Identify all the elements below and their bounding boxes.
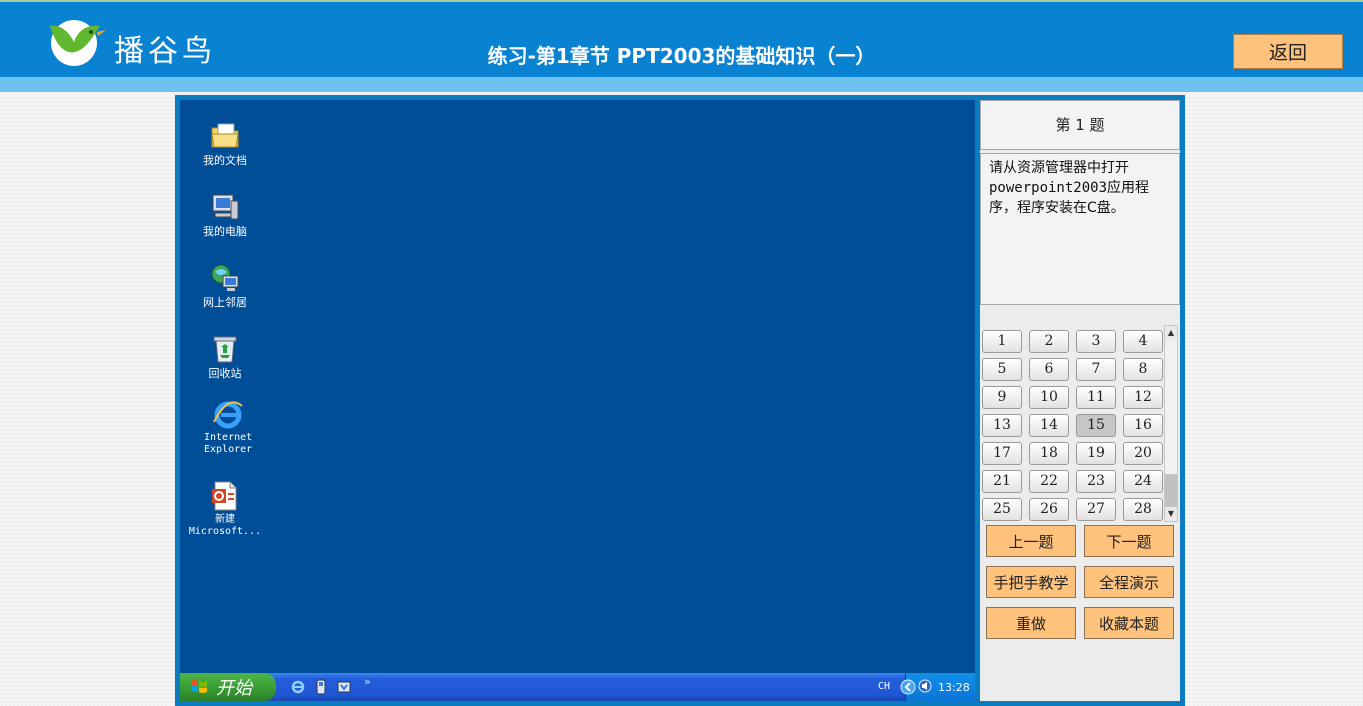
next-question-button[interactable]: 下一题 <box>1084 525 1174 557</box>
windows-flag-icon <box>191 680 207 693</box>
question-number-button[interactable]: 6 <box>1029 358 1069 381</box>
question-number-grid: 1 2 3 4 5 6 7 8 9 10 11 12 13 14 15 16 17 18 19 20 21 22 23 24 2… <box>980 325 1165 522</box>
question-number-button[interactable]: 20 <box>1123 442 1163 465</box>
quicklaunch-desktop-icon[interactable] <box>336 679 352 695</box>
question-number-button[interactable]: 22 <box>1029 470 1069 493</box>
my-documents-icon <box>211 123 239 148</box>
desktop-icon-ppt-file[interactable]: 新建 Microsoft... <box>180 480 270 538</box>
desktop-icon-my-computer[interactable]: 我的电脑 <box>180 191 270 238</box>
question-number-button[interactable]: 5 <box>982 358 1022 381</box>
desktop-icon-recycle-bin[interactable]: 回收站 <box>180 333 270 380</box>
number-grid-scrollbar[interactable]: ▲ ▼ <box>1164 325 1178 522</box>
tutorial-button[interactable]: 手把手教学 <box>986 566 1076 598</box>
question-number-button[interactable]: 2 <box>1029 330 1069 353</box>
start-button[interactable]: 开始 <box>180 673 276 701</box>
system-tray: 13:28 <box>900 673 975 701</box>
top-header: 播谷鸟 练习-第1章节 PPT2003的基础知识（一） 返回 <box>0 0 1363 77</box>
question-number-button[interactable]: 26 <box>1029 498 1069 521</box>
question-number-button[interactable]: 4 <box>1123 330 1163 353</box>
start-button-label: 开始 <box>216 678 252 699</box>
desktop-icon-label: 回收站 <box>208 367 242 380</box>
scroll-down-arrow-icon[interactable]: ▼ <box>1165 507 1177 521</box>
internet-explorer-icon <box>213 401 243 429</box>
question-number-button[interactable]: 27 <box>1076 498 1116 521</box>
question-number-button[interactable]: 24 <box>1123 470 1163 493</box>
exercise-frame: 我的文档 我的电脑 网上邻居 回收站 Internet Explorer 新建 … <box>175 95 1185 706</box>
question-number-button[interactable]: 9 <box>982 386 1022 409</box>
prev-question-button[interactable]: 上一题 <box>986 525 1076 557</box>
tray-volume-icon[interactable] <box>918 679 932 693</box>
question-number-button[interactable]: 19 <box>1076 442 1116 465</box>
question-number-button[interactable]: 14 <box>1029 414 1069 437</box>
scroll-thumb[interactable] <box>1165 474 1177 508</box>
favorite-button[interactable]: 收藏本题 <box>1084 607 1174 639</box>
tray-expand-icon[interactable] <box>900 679 916 695</box>
question-number-header: 第 1 题 <box>980 100 1180 150</box>
language-indicator[interactable]: CH <box>878 681 890 692</box>
question-number-button[interactable]: 3 <box>1076 330 1116 353</box>
quicklaunch-ie-icon[interactable] <box>290 679 306 695</box>
quicklaunch-more[interactable]: » <box>364 675 371 688</box>
question-panel: 第 1 题 请从资源管理器中打开powerpoint2003应用程序，程序安装在… <box>980 100 1180 701</box>
question-number-button[interactable]: 12 <box>1123 386 1163 409</box>
desktop-icon-label: 我的电脑 <box>203 225 247 238</box>
header-subbar <box>0 77 1363 92</box>
question-text: 请从资源管理器中打开powerpoint2003应用程序，程序安装在C盘。 <box>980 153 1180 305</box>
page-title: 练习-第1章节 PPT2003的基础知识（一） <box>487 44 876 68</box>
question-text-part: powerpoint2003 <box>989 180 1108 196</box>
question-number-button[interactable]: 1 <box>982 330 1022 353</box>
desktop-icon-label: 我的文档 <box>203 154 247 167</box>
quicklaunch-media-icon[interactable] <box>314 679 328 695</box>
desktop-icon-network[interactable]: 网上邻居 <box>180 262 270 309</box>
question-number-button[interactable]: 17 <box>982 442 1022 465</box>
back-button[interactable]: 返回 <box>1233 34 1343 69</box>
question-number-button[interactable]: 16 <box>1123 414 1163 437</box>
question-number-button[interactable]: 18 <box>1029 442 1069 465</box>
my-computer-icon <box>212 194 239 220</box>
desktop-icon-label: 新建 Microsoft... <box>188 514 262 537</box>
question-number-button[interactable]: 23 <box>1076 470 1116 493</box>
tray-clock: 13:28 <box>938 681 970 694</box>
question-number-button[interactable]: 10 <box>1029 386 1069 409</box>
question-number-button[interactable]: 7 <box>1076 358 1116 381</box>
scroll-up-arrow-icon[interactable]: ▲ <box>1165 326 1177 340</box>
question-number-button[interactable]: 8 <box>1123 358 1163 381</box>
network-places-icon <box>211 264 239 291</box>
recycle-bin-icon <box>213 336 237 363</box>
question-text-part: 请从资源管理器中打开 <box>989 160 1129 176</box>
question-number-button[interactable]: 21 <box>982 470 1022 493</box>
question-number-button[interactable]: 25 <box>982 498 1022 521</box>
powerpoint-file-icon <box>212 481 237 511</box>
taskbar: 开始 » CH 13:28 <box>180 673 975 701</box>
question-number-button[interactable]: 15 <box>1076 414 1116 437</box>
question-number-button[interactable]: 28 <box>1123 498 1163 521</box>
desktop-icon-my-documents[interactable]: 我的文档 <box>180 120 270 167</box>
desktop-icon-internet-explorer[interactable]: Internet Explorer <box>183 398 273 456</box>
desktop-icon-label: 网上邻居 <box>203 296 247 309</box>
desktop-icon-label: Internet Explorer <box>204 432 253 455</box>
full-demo-button[interactable]: 全程演示 <box>1084 566 1174 598</box>
redo-button[interactable]: 重做 <box>986 607 1076 639</box>
question-number-button[interactable]: 13 <box>982 414 1022 437</box>
question-number-button[interactable]: 11 <box>1076 386 1116 409</box>
simulated-desktop[interactable]: 我的文档 我的电脑 网上邻居 回收站 Internet Explorer 新建 … <box>180 100 975 701</box>
